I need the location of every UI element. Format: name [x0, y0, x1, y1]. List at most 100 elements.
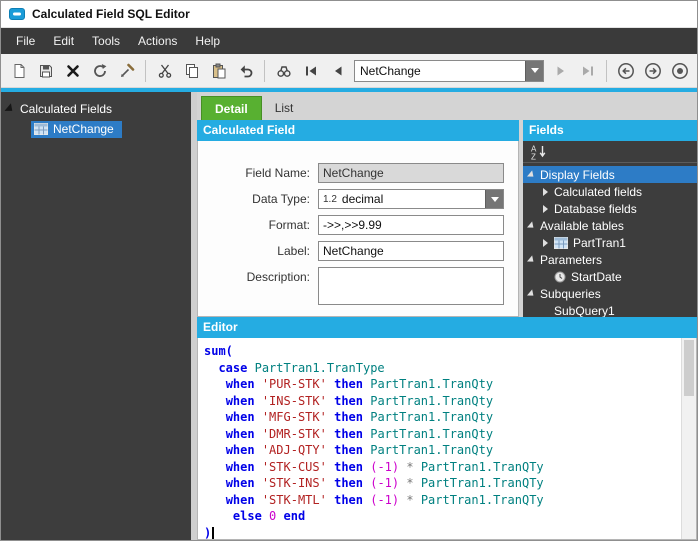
toolbar-separator: [606, 59, 607, 82]
record-selector-dropdown-button[interactable]: [525, 60, 543, 81]
toolbar: NetChange: [1, 54, 697, 88]
stop-button[interactable]: [666, 58, 693, 84]
data-type-dropdown-button[interactable]: [485, 190, 503, 208]
chevron-down-icon: [530, 68, 539, 73]
menu-actions[interactable]: Actions: [129, 28, 186, 54]
fields-tree-item-database-fields[interactable]: Database fields: [523, 200, 697, 217]
find-button[interactable]: [270, 58, 297, 84]
save-icon: [39, 64, 52, 77]
next-record-button[interactable]: [547, 58, 574, 84]
label-input[interactable]: [318, 241, 504, 261]
field-name-input[interactable]: [318, 163, 504, 183]
description-label: Description:: [246, 270, 310, 284]
tab-list[interactable]: List: [262, 96, 307, 120]
new-button[interactable]: [5, 58, 32, 84]
tree-item-label: Calculated fields: [554, 184, 643, 199]
tree-node-calculated-fields[interactable]: Calculated Fields: [1, 92, 191, 118]
delete-icon: [66, 64, 79, 77]
menu-help[interactable]: Help: [186, 28, 229, 54]
fields-panel: Fields A Z Display Fields Calculated fie…: [523, 120, 697, 317]
fields-tree-item-display-fields[interactable]: Display Fields: [523, 166, 697, 183]
delete-button[interactable]: [59, 58, 86, 84]
editor-scrollbar-thumb[interactable]: [684, 340, 694, 396]
editor-header: Editor: [197, 317, 697, 338]
tab-detail[interactable]: Detail: [201, 96, 262, 120]
title-bar: Calculated Field SQL Editor: [1, 1, 697, 28]
fields-tree-item-subquery1[interactable]: SubQuery1: [523, 302, 697, 318]
tree-node-netchange[interactable]: NetChange: [1, 121, 191, 138]
data-type-value: decimal: [341, 192, 384, 206]
fields-tree-item-startdate[interactable]: StartDate: [523, 268, 697, 285]
fields-tree: Display Fields Calculated fields Databas…: [523, 163, 697, 317]
expander-icon[interactable]: [543, 187, 548, 196]
description-input[interactable]: [318, 267, 504, 305]
menu-edit[interactable]: Edit: [44, 28, 83, 54]
tree-node-label: Calculated Fields: [20, 102, 113, 116]
menu-file[interactable]: File: [7, 28, 44, 54]
forward-icon: [644, 62, 661, 79]
expander-icon[interactable]: [543, 204, 548, 213]
back-icon: [617, 62, 634, 79]
editor-scrollbar[interactable]: [681, 338, 696, 539]
expander-icon[interactable]: [527, 169, 536, 180]
last-record-button[interactable]: [574, 58, 601, 84]
expander-icon[interactable]: [527, 220, 536, 231]
format-input[interactable]: [318, 215, 504, 235]
table-icon: [34, 123, 48, 135]
refresh-button[interactable]: [86, 58, 113, 84]
fields-tree-item-available-tables[interactable]: Available tables: [523, 217, 697, 234]
tree-item-label: Display Fields: [540, 167, 615, 182]
expander-icon[interactable]: [543, 238, 548, 247]
code-area[interactable]: sum( case PartTran1.TranType when 'PUR-S…: [198, 338, 681, 539]
chevron-down-icon: [490, 196, 499, 202]
find-icon: [276, 65, 291, 77]
previous-record-icon: [334, 66, 341, 75]
window-title: Calculated Field SQL Editor: [32, 7, 190, 21]
first-record-button[interactable]: [297, 58, 324, 84]
tree-item-label: Database fields: [554, 201, 637, 216]
copy-icon: [185, 63, 198, 78]
forward-button[interactable]: [639, 58, 666, 84]
next-record-icon: [557, 66, 564, 75]
selected-tree-node[interactable]: NetChange: [31, 121, 122, 138]
clear-icon: [120, 63, 134, 77]
tree-item-label: SubQuery1: [554, 303, 615, 318]
back-button[interactable]: [612, 58, 639, 84]
fields-tree-item-parameters[interactable]: Parameters: [523, 251, 697, 268]
tree-item-label: Available tables: [540, 218, 624, 233]
first-record-icon: [305, 66, 316, 75]
tree-item-label: Parameters: [540, 252, 603, 267]
stop-icon: [671, 62, 688, 79]
fields-tree-item-calculated-fields[interactable]: Calculated fields: [523, 183, 697, 200]
refresh-icon: [93, 63, 106, 77]
menu-bar: File Edit Tools Actions Help: [1, 28, 697, 54]
data-type-badge: 1.2: [323, 193, 337, 205]
fields-tree-item-parttran1[interactable]: PartTran1: [523, 234, 697, 251]
data-type-select[interactable]: 1.2 decimal: [318, 189, 504, 209]
last-record-icon: [582, 66, 593, 75]
main-region: Detail List Calculated Field Field Name:…: [197, 92, 697, 540]
fields-tree-item-subqueries[interactable]: Subqueries: [523, 285, 697, 302]
toolbar-separator: [264, 59, 265, 82]
undo-button[interactable]: [232, 58, 259, 84]
previous-record-button[interactable]: [324, 58, 351, 84]
paste-icon: [212, 63, 225, 78]
expander-icon[interactable]: [527, 254, 536, 265]
save-button[interactable]: [32, 58, 59, 84]
paste-button[interactable]: [205, 58, 232, 84]
sort-az-icon: A Z: [531, 144, 546, 160]
clear-button[interactable]: [113, 58, 140, 84]
svg-text:Z: Z: [531, 152, 536, 160]
record-selector-value: NetChange: [360, 63, 421, 78]
record-selector[interactable]: NetChange: [354, 59, 544, 82]
expander-icon[interactable]: [4, 103, 16, 115]
clock-icon: [554, 271, 566, 283]
cut-button[interactable]: [151, 58, 178, 84]
copy-button[interactable]: [178, 58, 205, 84]
app-icon: [9, 8, 25, 20]
menu-tools[interactable]: Tools: [83, 28, 129, 54]
fields-toolbar: A Z: [523, 141, 697, 163]
new-icon: [14, 63, 24, 78]
sort-az-button[interactable]: A Z: [528, 143, 550, 161]
expander-icon[interactable]: [527, 288, 536, 299]
